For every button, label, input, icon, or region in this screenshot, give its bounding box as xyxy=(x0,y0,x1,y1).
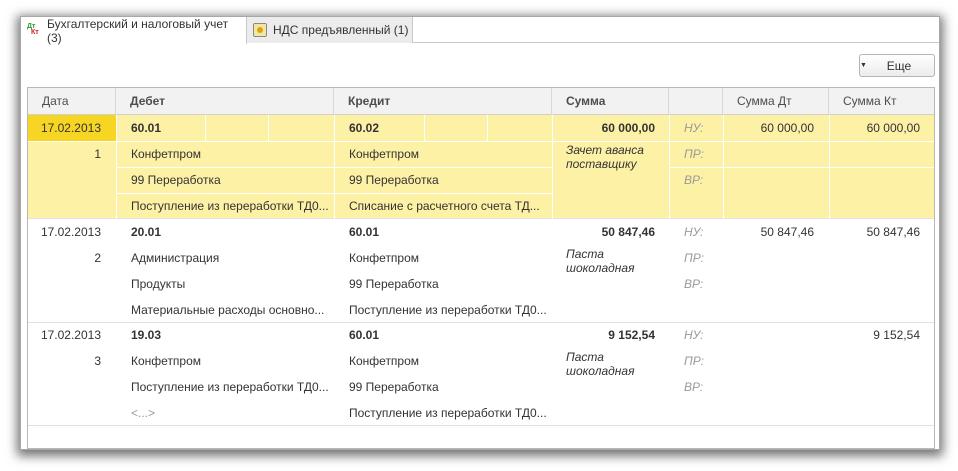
debit-account[interactable]: 60.01 xyxy=(131,115,331,141)
sum-cell: 50 847,46 xyxy=(601,224,655,239)
debit-account[interactable]: 20.01 xyxy=(131,219,331,245)
column-sum-kt[interactable]: Сумма Кт xyxy=(829,88,934,115)
credit-subconto[interactable]: Поступление из переработки ТД0... xyxy=(349,400,549,426)
debit-subconto[interactable]: Поступление из переработки ТД0... xyxy=(131,374,331,400)
accounting-type-label: ВР: xyxy=(684,173,704,187)
accounting-type-label: ПР: xyxy=(684,147,704,161)
tab-bar: Дт Кт Бухгалтерский и налоговый учет (3) … xyxy=(21,16,939,45)
debit-subconto[interactable]: Продукты xyxy=(131,271,331,297)
credit-subconto[interactable]: Конфетпром xyxy=(349,141,549,167)
sum-dt-cell: 50 847,46 xyxy=(760,224,814,239)
vat-icon xyxy=(253,23,267,37)
debit-subconto[interactable]: Администрация xyxy=(131,245,331,271)
debit-subconto[interactable]: Материальные расходы основно... xyxy=(131,297,331,323)
debit-subconto[interactable]: Конфетпром xyxy=(131,348,331,374)
tab-accounting[interactable]: Дт Кт Бухгалтерский и налоговый учет (3) xyxy=(21,16,247,45)
credit-subconto[interactable]: Конфетпром xyxy=(349,245,549,271)
credit-subconto[interactable]: Списание с расчетного счета ТД... xyxy=(349,193,549,219)
sum-dt-cell xyxy=(723,322,814,348)
more-button[interactable]: Еще ▼ xyxy=(859,54,935,77)
accounting-type-label: НУ: xyxy=(684,121,704,135)
debit-subconto[interactable]: Поступление из переработки ТД0... xyxy=(131,193,331,219)
sum-kt-cell: 60 000,00 xyxy=(866,121,920,135)
credit-subconto[interactable]: Поступление из переработки ТД0... xyxy=(349,297,549,323)
content-cell: Паста шоколадная xyxy=(566,350,635,378)
grid-line xyxy=(669,167,934,168)
dt-kt-icon: Дт Кт xyxy=(27,22,39,36)
debit-subconto[interactable]: 99 Переработка xyxy=(131,167,331,193)
entries-table[interactable]: Дата Дебет Кредит Сумма Сумма Дт Сумма К… xyxy=(27,87,935,449)
line-number: 1 xyxy=(94,147,101,161)
sum-dt-cell: 60 000,00 xyxy=(760,121,814,135)
date-cell: 17.02.2013 xyxy=(40,121,101,135)
accounting-type-label: ВР: xyxy=(684,380,704,394)
document-movements-window: Дт Кт Бухгалтерский и налоговый учет (3) … xyxy=(20,16,940,450)
sum-kt-cell: 9 152,54 xyxy=(873,328,920,342)
content-cell: Зачет аванса поставщику xyxy=(566,143,644,171)
accounting-type-label: НУ: xyxy=(684,224,704,239)
accounting-type-label: ПР: xyxy=(684,250,704,265)
table-header: Дата Дебет Кредит Сумма Сумма Дт Сумма К… xyxy=(28,88,934,115)
tab-label: НДС предъявленный (1) xyxy=(273,23,409,37)
credit-account[interactable]: 60.01 xyxy=(349,322,549,348)
credit-subconto[interactable]: Конфетпром xyxy=(349,348,549,374)
line-number: 3 xyxy=(94,354,101,368)
credit-account[interactable]: 60.01 xyxy=(349,219,549,245)
credit-subconto[interactable]: 99 Переработка xyxy=(349,167,549,193)
column-date[interactable]: Дата xyxy=(28,88,116,115)
tab-label: Бухгалтерский и налоговый учет (3) xyxy=(47,16,229,45)
accounting-type-label: ПР: xyxy=(684,354,704,368)
accounting-type-label: НУ: xyxy=(684,328,704,342)
table-row[interactable]: 17.02.2013 1 60.01 60.02 Конфетпром Конфетпро… xyxy=(28,115,934,219)
content-cell: Паста шоколадная xyxy=(566,246,635,275)
debit-account[interactable]: 19.03 xyxy=(131,322,331,348)
tab-vat[interactable]: НДС предъявленный (1) xyxy=(247,17,413,43)
credit-subconto[interactable]: 99 Переработка xyxy=(349,271,549,297)
grid-line xyxy=(552,141,934,142)
chevron-down-icon: ▼ xyxy=(860,61,867,69)
credit-account[interactable]: 60.02 xyxy=(349,115,549,141)
column-sum[interactable]: Сумма xyxy=(552,88,669,115)
line-number: 2 xyxy=(94,250,101,265)
debit-subconto[interactable]: <...> xyxy=(131,400,331,426)
date-cell: 17.02.2013 xyxy=(40,224,101,239)
sum-kt-cell: 50 847,46 xyxy=(866,224,920,239)
sum-cell: 9 152,54 xyxy=(608,328,655,342)
date-cell: 17.02.2013 xyxy=(40,328,101,342)
column-debit[interactable]: Дебет xyxy=(116,88,334,115)
column-credit[interactable]: Кредит xyxy=(334,88,552,115)
debit-subconto[interactable]: Конфетпром xyxy=(131,141,331,167)
sum-cell: 60 000,00 xyxy=(601,121,655,135)
credit-subconto[interactable]: 99 Переработка xyxy=(349,374,549,400)
table-row[interactable]: 17.02.2013 3 19.03 60.01 Конфетпром Конфетпро… xyxy=(28,322,934,426)
column-label[interactable] xyxy=(669,88,723,115)
column-sum-dt[interactable]: Сумма Дт xyxy=(723,88,829,115)
table-row[interactable]: 17.02.2013 2 20.01 60.01 Администрация Конфет… xyxy=(28,219,934,323)
accounting-type-label: ВР: xyxy=(684,276,704,291)
